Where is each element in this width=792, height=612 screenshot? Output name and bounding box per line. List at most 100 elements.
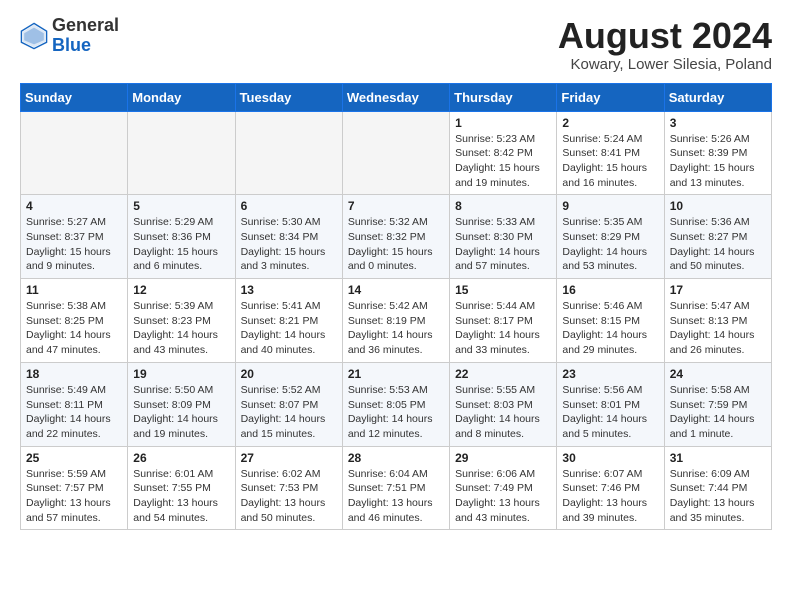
day-number: 27 [241, 451, 337, 465]
day-info: Sunrise: 6:04 AMSunset: 7:51 PMDaylight:… [348, 467, 444, 526]
calendar-day-cell: 21 Sunrise: 5:53 AMSunset: 8:05 PMDayligh… [342, 362, 449, 446]
calendar-day-cell: 5 Sunrise: 5:29 AMSunset: 8:36 PMDaylight… [128, 195, 235, 279]
calendar-day-cell: 4 Sunrise: 5:27 AMSunset: 8:37 PMDaylight… [21, 195, 128, 279]
day-info: Sunrise: 5:29 AMSunset: 8:36 PMDaylight:… [133, 215, 229, 274]
day-info: Sunrise: 5:36 AMSunset: 8:27 PMDaylight:… [670, 215, 766, 274]
calendar-day-cell: 10Sunrise: 5:36 AMSunset: 8:27 PMDayligh… [664, 195, 771, 279]
calendar-day-cell: 27 Sunrise: 6:02 AMSunset: 7:53 PMDayligh… [235, 446, 342, 530]
day-info: Sunrise: 5:32 AMSunset: 8:32 PMDaylight:… [348, 215, 444, 274]
day-info: Sunrise: 5:59 AMSunset: 7:57 PMDaylight:… [26, 467, 122, 526]
calendar-day-cell: 7Sunrise: 5:32 AMSunset: 8:32 PMDaylight… [342, 195, 449, 279]
day-number: 21 [348, 367, 444, 381]
calendar-day-cell [342, 111, 449, 195]
logo-blue: Blue [52, 35, 91, 55]
day-number: 13 [241, 283, 337, 297]
day-info: Sunrise: 5:46 AMSunset: 8:15 PMDaylight:… [562, 299, 658, 358]
day-number: 29 [455, 451, 551, 465]
calendar-day-cell: 9 Sunrise: 5:35 AMSunset: 8:29 PMDaylight… [557, 195, 664, 279]
calendar-header-saturday: Saturday [664, 83, 771, 111]
day-info: Sunrise: 5:30 AMSunset: 8:34 PMDaylight:… [241, 215, 337, 274]
calendar-day-cell: 19 Sunrise: 5:50 AMSunset: 8:09 PMDayligh… [128, 362, 235, 446]
day-info: Sunrise: 5:58 AMSunset: 7:59 PMDaylight:… [670, 383, 766, 442]
calendar-table: SundayMondayTuesdayWednesdayThursdayFrid… [20, 83, 772, 531]
calendar-header-thursday: Thursday [450, 83, 557, 111]
day-number: 16 [562, 283, 658, 297]
day-number: 19 [133, 367, 229, 381]
day-number: 31 [670, 451, 766, 465]
page-header: General Blue August 2024 Kowary, Lower S… [20, 16, 772, 73]
day-info: Sunrise: 5:33 AMSunset: 8:30 PMDaylight:… [455, 215, 551, 274]
day-info: Sunrise: 5:23 AMSunset: 8:42 PMDaylight:… [455, 132, 551, 191]
day-info: Sunrise: 5:39 AMSunset: 8:23 PMDaylight:… [133, 299, 229, 358]
calendar-day-cell: 31 Sunrise: 6:09 AMSunset: 7:44 PMDayligh… [664, 446, 771, 530]
calendar-header-monday: Monday [128, 83, 235, 111]
calendar-week-row: 11 Sunrise: 5:38 AMSunset: 8:25 PMDayligh… [21, 279, 772, 363]
calendar-day-cell: 24 Sunrise: 5:58 AMSunset: 7:59 PMDayligh… [664, 362, 771, 446]
logo: General Blue [20, 16, 119, 56]
day-info: Sunrise: 6:07 AMSunset: 7:46 PMDaylight:… [562, 467, 658, 526]
day-info: Sunrise: 5:41 AMSunset: 8:21 PMDaylight:… [241, 299, 337, 358]
calendar-header-wednesday: Wednesday [342, 83, 449, 111]
day-info: Sunrise: 6:09 AMSunset: 7:44 PMDaylight:… [670, 467, 766, 526]
calendar-day-cell: 6Sunrise: 5:30 AMSunset: 8:34 PMDaylight… [235, 195, 342, 279]
day-info: Sunrise: 5:26 AMSunset: 8:39 PMDaylight:… [670, 132, 766, 191]
day-info: Sunrise: 6:06 AMSunset: 7:49 PMDaylight:… [455, 467, 551, 526]
calendar-day-cell: 30Sunrise: 6:07 AMSunset: 7:46 PMDayligh… [557, 446, 664, 530]
day-number: 15 [455, 283, 551, 297]
calendar-week-row: 18Sunrise: 5:49 AMSunset: 8:11 PMDayligh… [21, 362, 772, 446]
day-number: 3 [670, 116, 766, 130]
location: Kowary, Lower Silesia, Poland [558, 56, 772, 73]
day-number: 24 [670, 367, 766, 381]
calendar-day-cell: 16 Sunrise: 5:46 AMSunset: 8:15 PMDayligh… [557, 279, 664, 363]
day-number: 20 [241, 367, 337, 381]
calendar-day-cell: 15 Sunrise: 5:44 AMSunset: 8:17 PMDayligh… [450, 279, 557, 363]
day-number: 23 [562, 367, 658, 381]
calendar-day-cell: 3 Sunrise: 5:26 AMSunset: 8:39 PMDaylight… [664, 111, 771, 195]
calendar-header-friday: Friday [557, 83, 664, 111]
day-number: 28 [348, 451, 444, 465]
calendar-day-cell: 28 Sunrise: 6:04 AMSunset: 7:51 PMDayligh… [342, 446, 449, 530]
day-info: Sunrise: 5:35 AMSunset: 8:29 PMDaylight:… [562, 215, 658, 274]
day-info: Sunrise: 5:27 AMSunset: 8:37 PMDaylight:… [26, 215, 122, 274]
day-info: Sunrise: 5:24 AMSunset: 8:41 PMDaylight:… [562, 132, 658, 191]
day-info: Sunrise: 5:47 AMSunset: 8:13 PMDaylight:… [670, 299, 766, 358]
day-number: 1 [455, 116, 551, 130]
day-number: 4 [26, 199, 122, 213]
calendar-week-row: 1 Sunrise: 5:23 AMSunset: 8:42 PMDaylight… [21, 111, 772, 195]
calendar-day-cell: 29 Sunrise: 6:06 AMSunset: 7:49 PMDayligh… [450, 446, 557, 530]
calendar-header-sunday: Sunday [21, 83, 128, 111]
day-info: Sunrise: 6:01 AMSunset: 7:55 PMDaylight:… [133, 467, 229, 526]
day-info: Sunrise: 5:56 AMSunset: 8:01 PMDaylight:… [562, 383, 658, 442]
day-number: 25 [26, 451, 122, 465]
day-number: 14 [348, 283, 444, 297]
logo-text: General Blue [52, 16, 119, 56]
month-year: August 2024 [558, 16, 772, 56]
day-info: Sunrise: 5:38 AMSunset: 8:25 PMDaylight:… [26, 299, 122, 358]
logo-general: General [52, 15, 119, 35]
calendar-day-cell: 25 Sunrise: 5:59 AMSunset: 7:57 PMDayligh… [21, 446, 128, 530]
day-number: 9 [562, 199, 658, 213]
title-block: August 2024 Kowary, Lower Silesia, Polan… [558, 16, 772, 73]
day-info: Sunrise: 5:52 AMSunset: 8:07 PMDaylight:… [241, 383, 337, 442]
calendar-day-cell: 13 Sunrise: 5:41 AMSunset: 8:21 PMDayligh… [235, 279, 342, 363]
calendar-day-cell: 8Sunrise: 5:33 AMSunset: 8:30 PMDaylight… [450, 195, 557, 279]
day-number: 5 [133, 199, 229, 213]
day-info: Sunrise: 5:53 AMSunset: 8:05 PMDaylight:… [348, 383, 444, 442]
day-info: Sunrise: 6:02 AMSunset: 7:53 PMDaylight:… [241, 467, 337, 526]
calendar-day-cell: 12 Sunrise: 5:39 AMSunset: 8:23 PMDayligh… [128, 279, 235, 363]
day-info: Sunrise: 5:44 AMSunset: 8:17 PMDaylight:… [455, 299, 551, 358]
day-info: Sunrise: 5:50 AMSunset: 8:09 PMDaylight:… [133, 383, 229, 442]
calendar-day-cell: 2 Sunrise: 5:24 AMSunset: 8:41 PMDaylight… [557, 111, 664, 195]
calendar-week-row: 25 Sunrise: 5:59 AMSunset: 7:57 PMDayligh… [21, 446, 772, 530]
calendar-day-cell: 1 Sunrise: 5:23 AMSunset: 8:42 PMDaylight… [450, 111, 557, 195]
day-number: 12 [133, 283, 229, 297]
day-number: 2 [562, 116, 658, 130]
logo-icon [20, 22, 48, 50]
calendar-day-cell: 14Sunrise: 5:42 AMSunset: 8:19 PMDayligh… [342, 279, 449, 363]
calendar-day-cell: 18Sunrise: 5:49 AMSunset: 8:11 PMDayligh… [21, 362, 128, 446]
calendar-day-cell: 20 Sunrise: 5:52 AMSunset: 8:07 PMDayligh… [235, 362, 342, 446]
day-info: Sunrise: 5:55 AMSunset: 8:03 PMDaylight:… [455, 383, 551, 442]
day-number: 11 [26, 283, 122, 297]
calendar-day-cell [235, 111, 342, 195]
day-number: 18 [26, 367, 122, 381]
